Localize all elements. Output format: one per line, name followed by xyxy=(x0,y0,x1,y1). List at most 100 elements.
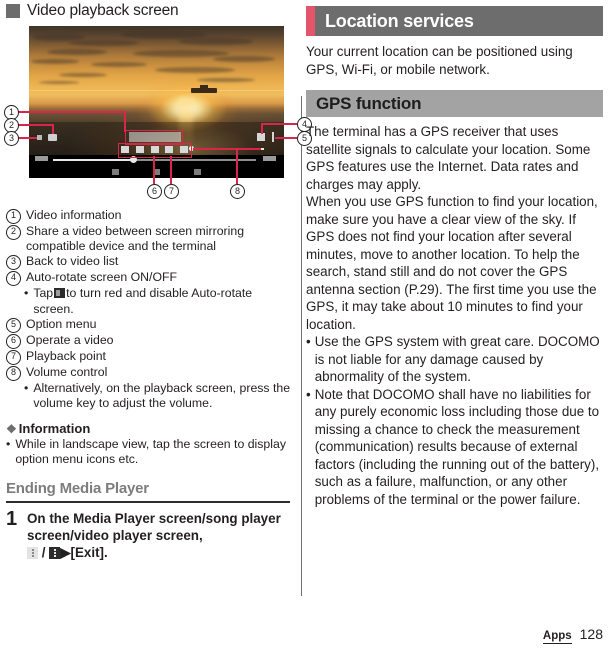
callout-text-8: Volume control xyxy=(26,364,108,379)
left-column: Video playback screen 1 2 3 4 5 6 7 8 1 … xyxy=(0,0,312,648)
callout-line-6-v xyxy=(153,156,155,184)
sub-bullet-volume: • Alternatively, on the playback screen,… xyxy=(24,381,292,411)
bullet-dot: • xyxy=(24,286,29,301)
callout-text-7: Playback point xyxy=(26,348,106,363)
diamond-icon: ❖ xyxy=(6,421,17,436)
callout-line-1-v xyxy=(124,111,126,132)
footer-section-label: Apps xyxy=(542,630,572,644)
footer-page-number: 128 xyxy=(579,626,603,642)
callout-marker-1: 1 xyxy=(6,209,21,224)
callout-text-2: Share a video between screen mirroring c… xyxy=(26,224,245,254)
horizon-line xyxy=(29,90,284,91)
callout-text-3: Back to video list xyxy=(26,254,119,269)
callout-number-6: 6 xyxy=(147,184,162,199)
sub-bullet-before: Tap xyxy=(33,286,54,301)
section-heading-label: Video playback screen xyxy=(27,2,179,19)
callout-marker-8: 8 xyxy=(6,365,21,381)
nav-recents-icon[interactable] xyxy=(194,169,201,175)
option-menu-icon-dark[interactable] xyxy=(49,546,61,559)
intro-paragraph: Your current location can be positioned … xyxy=(306,44,573,77)
total-time-label xyxy=(263,156,276,161)
gps-body-paragraph: The terminal has a GPS receiver that use… xyxy=(306,124,598,332)
option-menu-icon-light[interactable] xyxy=(27,546,38,559)
callout-marker-7: 7 xyxy=(6,349,21,365)
list-item: • Note that DOCOMO shall have no liabili… xyxy=(306,386,603,509)
ship-silhouette xyxy=(191,85,217,93)
chapter-title-bar: Location services xyxy=(306,6,603,36)
auto-rotate-icon[interactable] xyxy=(257,133,265,141)
list-item: 2 Share a video between screen mirroring… xyxy=(6,224,292,254)
information-heading: ❖ Information xyxy=(6,421,292,436)
gps-notes-list: • Use the GPS system with great care. DO… xyxy=(306,333,603,508)
right-column: Location services Your current location … xyxy=(306,0,609,648)
callout-line-8-v xyxy=(236,148,238,184)
sub-bullet-text: Tap to turn red and disable Auto-rotate s… xyxy=(33,286,292,316)
callout-line-4-v xyxy=(261,123,263,134)
elapsed-time-label xyxy=(35,156,48,161)
list-item: 1 Video information xyxy=(6,208,292,224)
back-to-video-list-icon[interactable] xyxy=(37,135,42,140)
callout-text-5: Option menu xyxy=(26,316,97,331)
callout-number-7: 7 xyxy=(164,184,179,199)
callout-line-2-v xyxy=(52,124,54,134)
callout-marker-3: 3 xyxy=(6,255,21,271)
callout-line-2-h xyxy=(15,124,53,126)
section-rule xyxy=(6,500,290,503)
list-item: • Use the GPS system with great care. DO… xyxy=(306,333,603,386)
chapter-title-label: Location services xyxy=(315,6,603,36)
list-item: 5 Option menu xyxy=(6,317,292,333)
list-item: 4 Auto-rotate screen ON/OFF xyxy=(6,270,292,287)
callout-line-8-h xyxy=(193,148,261,150)
step-1: 1 On the Media Player screen/song player… xyxy=(6,507,292,561)
column-divider xyxy=(301,96,302,596)
callout-text-1: Video information xyxy=(26,208,122,222)
bullet-dot: • xyxy=(6,437,11,452)
bullet-dot: • xyxy=(306,334,311,349)
system-navigation-bar[interactable] xyxy=(29,166,284,178)
callout-marker-6: 6 xyxy=(6,333,21,349)
square-bullet-icon xyxy=(6,4,20,18)
list-item: • While in landscape view, tap the scree… xyxy=(6,437,292,467)
nav-back-icon[interactable] xyxy=(112,169,119,175)
information-bullets: • While in landscape view, tap the scree… xyxy=(6,437,292,467)
screen-mirroring-icon[interactable] xyxy=(48,134,57,141)
callout-line-1-h xyxy=(15,111,125,113)
callout-number-8: 8 xyxy=(230,184,245,199)
callout-line-5-h xyxy=(275,137,297,139)
list-item: 8 Volume control xyxy=(6,365,292,381)
callout-text-6: Operate a video xyxy=(26,332,114,347)
auto-rotate-icon xyxy=(54,288,66,299)
step-text-exit: [Exit]. xyxy=(70,544,108,560)
manual-page: Video playback screen 1 2 3 4 5 6 7 8 1 … xyxy=(0,0,609,648)
step-body: On the Media Player screen/song player s… xyxy=(27,510,292,561)
seek-bar-fill xyxy=(53,159,133,161)
gps-note-text-1: Use the GPS system with great care. DOCO… xyxy=(314,334,600,384)
callout-line-7-v xyxy=(170,156,172,184)
callout-box-transport xyxy=(118,143,192,158)
option-menu-icon[interactable] xyxy=(272,132,274,142)
callout-line-4-h xyxy=(261,123,297,125)
callout-marker-4: 4 xyxy=(6,271,21,287)
list-item: 3 Back to video list xyxy=(6,254,292,271)
sub-bullet-after: to turn red and disable Auto-rotate scre… xyxy=(33,286,253,316)
step-number: 1 xyxy=(6,507,18,530)
list-item: 6 Operate a video xyxy=(6,333,292,349)
callout-legend-list: 1 Video information 2 Share a video betw… xyxy=(6,208,292,411)
information-label: Information xyxy=(18,421,91,437)
callout-marker-2: 2 xyxy=(6,225,21,240)
bullet-dot: • xyxy=(306,386,311,402)
page-footer: Apps 128 xyxy=(542,626,603,644)
step-separator: / xyxy=(41,544,46,560)
callout-marker-5: 5 xyxy=(6,317,21,333)
sub-bullet-text: Alternatively, on the playback screen, p… xyxy=(33,380,291,411)
sub-bullet-auto-rotate: • Tap to turn red and disable Auto-rotate… xyxy=(24,286,292,316)
gps-note-text-2: Note that DOCOMO shall have no liabiliti… xyxy=(314,386,600,507)
list-item: 7 Playback point xyxy=(6,349,292,365)
step-arrow-icon: ▶ xyxy=(60,544,71,560)
section-heading-video-playback: Video playback screen xyxy=(6,2,292,20)
accent-stripe xyxy=(306,6,315,36)
information-bullet-text: While in landscape view, tap the screen … xyxy=(15,437,286,467)
callout-text-4: Auto-rotate screen ON/OFF xyxy=(26,270,178,285)
section-heading-ending-media-player: Ending Media Player xyxy=(6,479,149,497)
bullet-dot: • xyxy=(24,380,29,395)
